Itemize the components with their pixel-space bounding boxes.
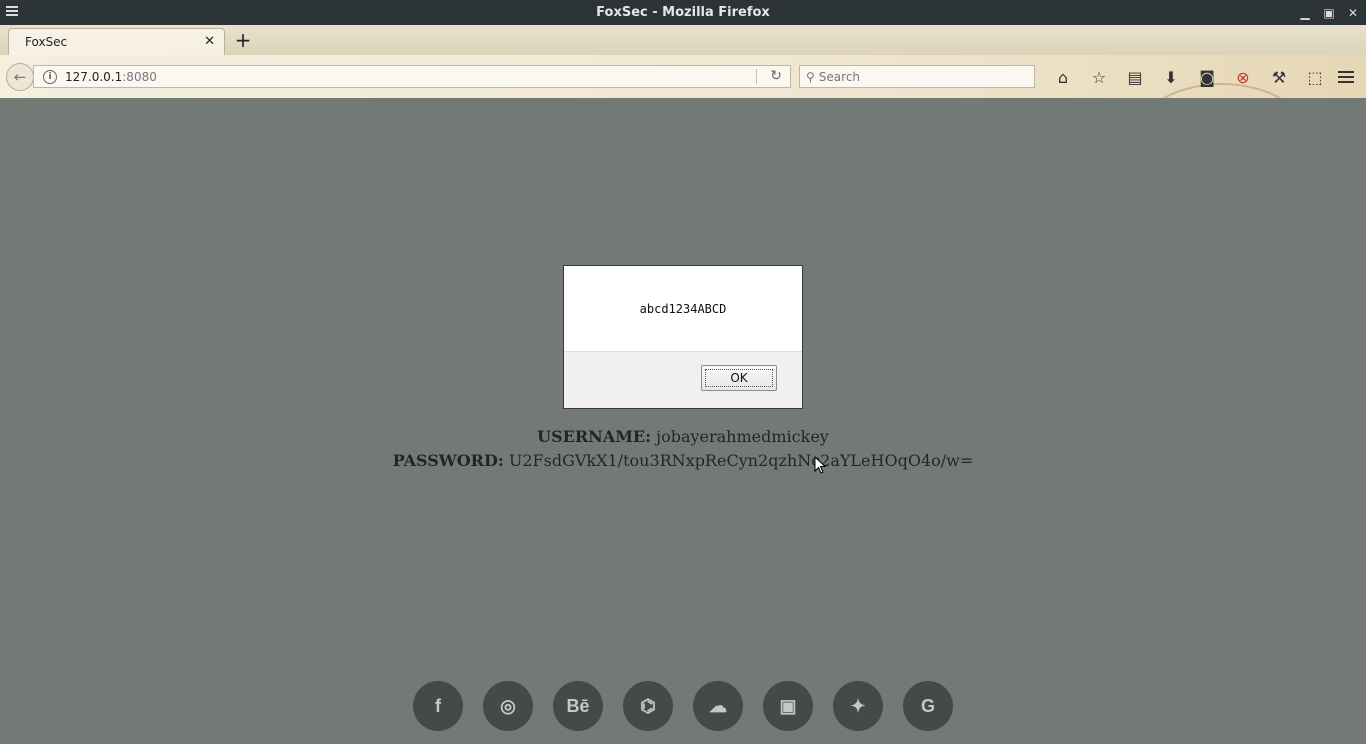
alert-message: abcd1234ABCD [639, 301, 727, 316]
alert-dialog: abcd1234ABCD OK [563, 265, 803, 409]
app-menu-icon[interactable] [1338, 71, 1354, 86]
new-tab-icon[interactable]: + [233, 28, 253, 52]
alert-footer: OK [564, 351, 802, 408]
social-links: f ◎ Bē ⌬ ☁ ▣ ✦ G [413, 681, 953, 731]
cloud-icon[interactable]: ☁ [693, 681, 743, 731]
username-label: USERNAME: [537, 427, 652, 446]
google-icon[interactable]: G [903, 681, 953, 731]
back-button[interactable]: ← [6, 63, 34, 91]
blocker-icon[interactable]: ⊗ [1225, 64, 1261, 90]
url-host: 127.0.0.1 [65, 69, 123, 84]
search-placeholder: Search [818, 69, 861, 84]
site-info-icon[interactable]: i [43, 69, 57, 84]
url-bar[interactable]: i 127.0.0.1:8080 ↻ [33, 65, 791, 88]
tab-foxsec[interactable]: FoxSec ✕ [8, 28, 225, 55]
navigation-toolbar: ← i 127.0.0.1:8080 ↻ ⚲ Search ⌂ ☆ ▤ ⬇ ◙ … [0, 55, 1366, 207]
page-content [0, 98, 1366, 744]
briefcase-icon[interactable]: ▣ [763, 681, 813, 731]
twitter-icon[interactable]: ✦ [833, 681, 883, 731]
reload-icon[interactable]: ↻ [770, 68, 782, 84]
dribbble-icon[interactable]: ◎ [483, 681, 533, 731]
facebook-icon[interactable]: f [413, 681, 463, 731]
url-text: 127.0.0.1:8080 [65, 70, 157, 84]
window-menu-icon[interactable] [6, 6, 18, 18]
username-line: USERNAME: jobayerahmedmickey [0, 425, 1366, 449]
password-line: PASSWORD: U2FsdGVkX1/tou3RNxpReCyn2qzhNc… [0, 449, 1366, 473]
mouse-cursor-icon [814, 456, 827, 474]
reader-list-icon[interactable]: ▤ [1117, 64, 1153, 90]
tool-icon[interactable]: ⚒ [1261, 64, 1297, 90]
search-bar[interactable]: ⚲ Search [799, 65, 1035, 88]
window-title: FoxSec - Mozilla Firefox [596, 5, 770, 20]
tab-strip: FoxSec ✕ + [0, 25, 1366, 56]
username-value: jobayerahmedmickey [656, 427, 829, 446]
window-controls: ▁ ▣ ✕ [1298, 0, 1360, 25]
window-titlebar: FoxSec - Mozilla Firefox ▁ ▣ ✕ [0, 0, 1366, 25]
credentials-block: USERNAME: jobayerahmedmickey PASSWORD: U… [0, 425, 1366, 473]
github-icon[interactable]: ⌬ [623, 681, 673, 731]
screenshot-icon[interactable]: ⬚ [1297, 64, 1333, 90]
tab-title: FoxSec [25, 35, 68, 49]
password-value: U2FsdGVkX1/tou3RNxpReCyn2qzhNc2aYLeHOqO4… [508, 451, 974, 470]
ok-button[interactable]: OK [701, 365, 777, 391]
home-icon[interactable]: ⌂ [1045, 64, 1081, 90]
search-icon: ⚲ [806, 69, 815, 84]
toolbar-icons: ⌂ ☆ ▤ ⬇ ◙ ⊗ ⚒ ⬚ [1045, 64, 1333, 90]
url-bar-divider [756, 69, 757, 84]
behance-icon[interactable]: Bē [553, 681, 603, 731]
download-icon[interactable]: ⬇ [1153, 64, 1189, 90]
bookmark-star-icon[interactable]: ☆ [1081, 64, 1117, 90]
maximize-icon[interactable]: ▣ [1322, 6, 1336, 20]
url-port: :8080 [122, 69, 157, 84]
tab-close-icon[interactable]: ✕ [204, 34, 215, 49]
close-window-icon[interactable]: ✕ [1346, 6, 1360, 20]
minimize-icon[interactable]: ▁ [1298, 6, 1312, 20]
back-arrow-icon: ← [13, 68, 27, 86]
pocket-icon[interactable]: ◙ [1189, 64, 1225, 90]
password-label: PASSWORD: [392, 451, 504, 470]
